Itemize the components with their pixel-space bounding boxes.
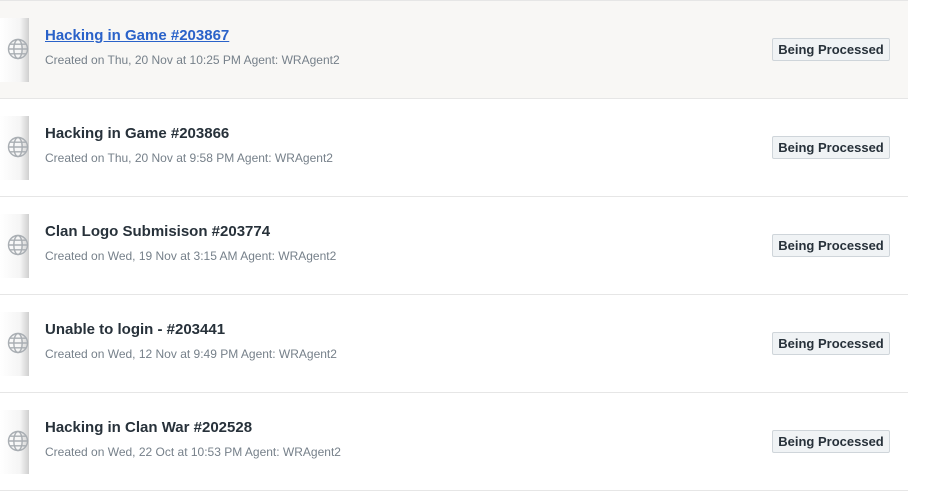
globe-icon — [7, 38, 29, 60]
ticket-row[interactable]: Hacking in Clan War #202528 Created on W… — [0, 393, 908, 491]
status-badge: Being Processed — [772, 136, 890, 159]
status-badge: Being Processed — [772, 332, 890, 355]
ticket-title-link[interactable]: Hacking in Game #203866 — [45, 125, 229, 142]
status-badge: Being Processed — [772, 430, 890, 453]
ticket-title-link[interactable]: Clan Logo Submisison #203774 — [45, 223, 270, 240]
ticket-title-link[interactable]: Unable to login - #203441 — [45, 321, 225, 338]
ticket-meta: Created on Thu, 20 Nov at 9:58 PM Agent:… — [45, 151, 333, 165]
ticket-row[interactable]: Clan Logo Submisison #203774 Created on … — [0, 197, 908, 295]
ticket-meta: Created on Wed, 12 Nov at 9:49 PM Agent:… — [45, 347, 337, 361]
globe-icon — [7, 430, 29, 452]
globe-icon — [7, 136, 29, 158]
globe-icon — [7, 234, 29, 256]
ticket-title-link[interactable]: Hacking in Clan War #202528 — [45, 419, 252, 436]
ticket-row[interactable]: Hacking in Game #203867 Created on Thu, … — [0, 0, 908, 99]
ticket-title-link[interactable]: Hacking in Game #203867 — [45, 27, 229, 44]
ticket-row[interactable]: Unable to login - #203441 Created on Wed… — [0, 295, 908, 393]
ticket-meta: Created on Wed, 19 Nov at 3:15 AM Agent:… — [45, 249, 337, 263]
status-badge: Being Processed — [772, 234, 890, 257]
ticket-meta: Created on Thu, 20 Nov at 10:25 PM Agent… — [45, 53, 340, 67]
globe-icon — [7, 332, 29, 354]
status-badge: Being Processed — [772, 38, 890, 61]
ticket-meta: Created on Wed, 22 Oct at 10:53 PM Agent… — [45, 445, 341, 459]
ticket-row[interactable]: Hacking in Game #203866 Created on Thu, … — [0, 99, 908, 197]
ticket-list: Hacking in Game #203867 Created on Thu, … — [0, 0, 908, 491]
